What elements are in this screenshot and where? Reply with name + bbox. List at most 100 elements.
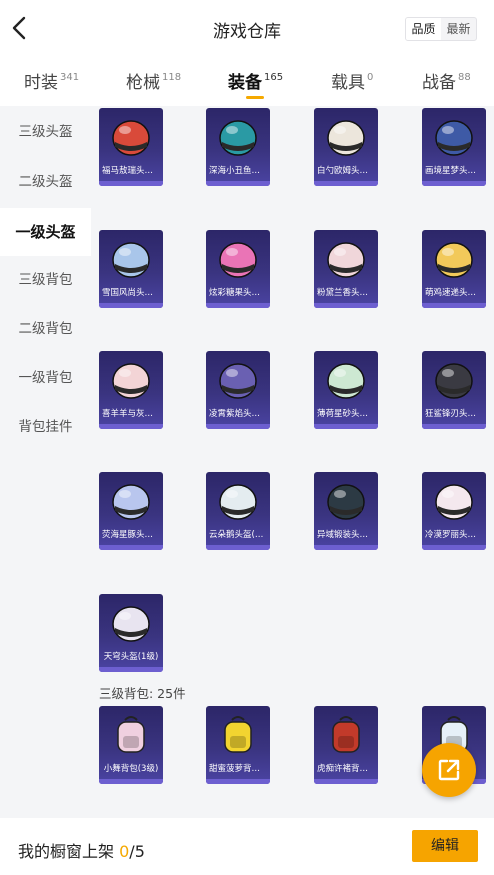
helmet-icon (112, 242, 150, 278)
tab-count: 341 (60, 72, 80, 83)
item-name: 凌霄紫焰头盔... (209, 409, 269, 419)
rarity-bar (422, 424, 486, 429)
rarity-bar (99, 545, 163, 550)
item-name: 甜蜜菠萝背包... (209, 764, 269, 774)
sidebar-item-backpack-1[interactable]: 一级背包 (0, 354, 91, 402)
rarity-bar (314, 424, 378, 429)
helmet-card[interactable]: 萌鸡速递头盔... (422, 230, 486, 308)
helmet-card[interactable]: 薄荷星砂头盔... (314, 351, 378, 429)
rarity-bar (422, 181, 486, 186)
helmet-icon (112, 363, 150, 399)
sort-option-quality[interactable]: 品质 (406, 18, 441, 40)
tab-fashion[interactable]: 时装 341 (24, 68, 79, 93)
rarity-bar (99, 181, 163, 186)
item-name: 萌鸡速递头盔... (425, 288, 485, 298)
helmet-card[interactable]: 福马敖瑞头盔... (99, 108, 163, 186)
tab-supplies[interactable]: 战备 88 (422, 68, 471, 93)
helmet-card[interactable]: 白勺欧姆头盔... (314, 108, 378, 186)
active-tab-indicator (246, 96, 264, 99)
showcase-current-count: 0 (119, 842, 130, 861)
helmet-card[interactable]: 云朵鹅头盔(1... (206, 472, 270, 550)
helmet-icon (435, 242, 473, 278)
helmet-icon (112, 606, 150, 642)
tab-count: 0 (367, 72, 374, 83)
rarity-bar (99, 424, 163, 429)
helmet-card[interactable]: 粉黛兰香头盔... (314, 230, 378, 308)
rarity-bar (314, 181, 378, 186)
item-name: 小舞背包(3级) (103, 764, 159, 774)
rarity-bar (206, 303, 270, 308)
rarity-bar (206, 424, 270, 429)
sidebar: 三级头盔 二级头盔 一级头盔 三级背包 二级背包 一级背包 背包挂件 (0, 106, 91, 818)
helmet-icon (219, 120, 257, 156)
rarity-bar (99, 779, 163, 784)
helmet-card[interactable]: 深海小丑鱼头... (206, 108, 270, 186)
rarity-bar (314, 779, 378, 784)
rarity-bar (99, 667, 163, 672)
item-name: 狂鲨锋刃头盔... (425, 409, 485, 419)
backpack-icon (332, 716, 360, 753)
section-label-backpack-3: 三级背包: 25件 (99, 686, 186, 701)
backpack-icon (224, 716, 252, 753)
helmet-card[interactable]: 凌霄紫焰头盔... (206, 351, 270, 429)
rarity-bar (422, 545, 486, 550)
sidebar-item-backpack-3[interactable]: 三级背包 (0, 256, 91, 304)
helmet-icon (327, 120, 365, 156)
showcase-total: /5 (129, 842, 145, 861)
sidebar-item-helmet-2[interactable]: 二级头盔 (0, 158, 91, 206)
rarity-bar (314, 545, 378, 550)
item-name: 薄荷星砂头盔... (317, 409, 377, 419)
helmet-icon (112, 120, 150, 156)
helmet-card[interactable]: 喜羊羊与灰太... (99, 351, 163, 429)
helmet-icon (219, 242, 257, 278)
backpack-card[interactable]: 甜蜜菠萝背包... (206, 706, 270, 784)
tab-label: 战备 (422, 73, 456, 93)
helmet-card[interactable]: 炫彩糖果头盔... (206, 230, 270, 308)
helmet-card[interactable]: 狂鲨锋刃头盔... (422, 351, 486, 429)
helmet-icon (327, 484, 365, 520)
backpack-card[interactable]: 虎痴许褚背包... (314, 706, 378, 784)
tab-vehicles[interactable]: 载具 0 (331, 68, 373, 93)
helmet-card[interactable]: 天穹头盔(1级) (99, 594, 163, 672)
item-grid: 福马敖瑞头盔... 深海小丑鱼头... 白勺欧姆头盔... 画境星梦头盔... 雪国风尚… (91, 106, 494, 818)
helmet-card[interactable]: 画境星梦头盔... (422, 108, 486, 186)
edit-button[interactable]: 编辑 (412, 830, 478, 862)
helmet-icon (219, 484, 257, 520)
item-name: 雪国风尚头盔... (102, 288, 162, 298)
showcase-label: 我的橱窗上架 (18, 842, 115, 861)
helmet-icon (435, 484, 473, 520)
rarity-bar (206, 181, 270, 186)
helmet-card[interactable]: 异域锻装头盔... (314, 472, 378, 550)
item-name: 白勺欧姆头盔... (317, 166, 377, 176)
item-name: 荧海星豚头盔... (102, 530, 162, 540)
top-bar: 游戏仓库 品质 最新 (0, 0, 494, 56)
share-button[interactable] (422, 743, 476, 797)
sidebar-item-backpack-charm[interactable]: 背包挂件 (0, 403, 91, 451)
tab-label: 装备 (228, 73, 262, 93)
item-name: 粉黛兰香头盔... (317, 288, 377, 298)
sort-toggle: 品质 最新 (405, 17, 477, 41)
sort-option-newest[interactable]: 最新 (441, 18, 476, 40)
backpack-card[interactable]: 小舞背包(3级) (99, 706, 163, 784)
sidebar-item-helmet-3[interactable]: 三级头盔 (0, 108, 91, 156)
helmet-card[interactable]: 荧海星豚头盔... (99, 472, 163, 550)
helmet-card[interactable]: 冷漠罗丽头盔... (422, 472, 486, 550)
rarity-bar (206, 779, 270, 784)
helmet-card[interactable]: 雪国风尚头盔... (99, 230, 163, 308)
sidebar-item-helmet-1[interactable]: 一级头盔 (0, 208, 91, 256)
tab-guns[interactable]: 枪械 118 (126, 68, 181, 93)
rarity-bar (99, 303, 163, 308)
rarity-bar (314, 303, 378, 308)
item-name: 画境星梦头盔... (425, 166, 485, 176)
sidebar-item-backpack-2[interactable]: 二级背包 (0, 305, 91, 353)
showcase-footer: 我的橱窗上架 0/5 编辑 (0, 818, 494, 875)
item-name: 深海小丑鱼头... (209, 166, 269, 176)
helmet-icon (112, 484, 150, 520)
helmet-icon (219, 363, 257, 399)
backpack-icon (117, 716, 145, 753)
rarity-bar (206, 545, 270, 550)
item-name: 喜羊羊与灰太... (102, 409, 162, 419)
tab-equipment[interactable]: 装备 165 (228, 68, 283, 93)
tab-count: 118 (162, 72, 182, 83)
item-name: 天穹头盔(1级) (103, 652, 159, 662)
